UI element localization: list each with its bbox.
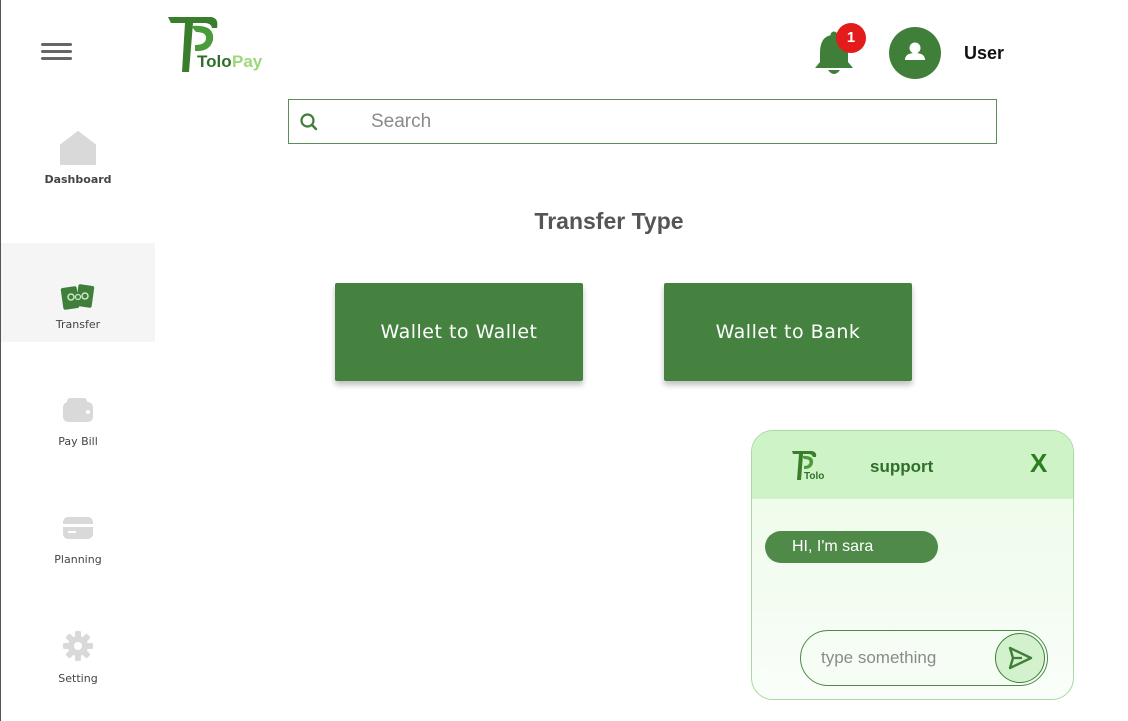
chat-logo-text: Tolo <box>804 471 824 482</box>
logo-text-pay: Pay <box>232 52 263 71</box>
sidebar-item-dashboard[interactable]: Dashboard <box>1 120 155 210</box>
chat-close-button[interactable]: X <box>1030 448 1047 479</box>
hamburger-menu-icon[interactable] <box>41 40 73 62</box>
sidebar-item-label: Setting <box>58 672 98 685</box>
support-chat-widget: Tolo support X HI, I'm sara <box>751 430 1074 700</box>
chat-title: support <box>870 457 934 476</box>
sidebar-item-label: Dashboard <box>44 173 112 186</box>
chat-logo-icon: Tolo <box>792 451 824 482</box>
user-name[interactable]: User <box>964 43 1004 64</box>
chat-input-container <box>800 630 1048 686</box>
app-logo[interactable]: Tolo Pay <box>165 14 265 76</box>
page-title: Transfer Type <box>534 208 684 234</box>
sidebar-item-pay-bill[interactable]: Pay Bill <box>1 390 155 460</box>
money-icon <box>60 284 95 310</box>
logo-text-tolo: Tolo <box>197 52 232 71</box>
user-avatar[interactable] <box>889 27 941 79</box>
wallet-icon <box>63 398 93 422</box>
sidebar-item-label: Transfer <box>55 318 101 331</box>
wallet-to-bank-button[interactable]: Wallet to Bank <box>664 283 912 381</box>
sidebar-item-label: Pay Bill <box>58 435 98 448</box>
chat-message-bubble: HI, I'm sara <box>765 531 938 563</box>
sidebar-item-planning[interactable]: Planning <box>1 508 155 578</box>
chat-header: Tolo support X <box>752 431 1073 499</box>
gear-icon <box>63 631 93 661</box>
sidebar-item-label: Planning <box>54 553 102 566</box>
wallet-to-wallet-button[interactable]: Wallet to Wallet <box>335 283 583 381</box>
sidebar-item-setting[interactable]: Setting <box>1 627 155 697</box>
search-bar <box>288 99 997 144</box>
user-icon <box>905 42 925 60</box>
sidebar: Dashboard Transfer Pay Bill Planning Set… <box>1 0 155 721</box>
search-input[interactable] <box>369 108 973 136</box>
card-icon <box>63 517 93 539</box>
notification-badge: 1 <box>836 23 866 53</box>
sidebar-item-transfer[interactable]: Transfer <box>1 243 155 342</box>
home-icon <box>60 131 96 165</box>
search-icon[interactable] <box>299 112 319 132</box>
send-icon <box>1008 646 1033 670</box>
chat-message-input[interactable] <box>819 643 993 673</box>
send-button[interactable] <box>995 633 1045 683</box>
